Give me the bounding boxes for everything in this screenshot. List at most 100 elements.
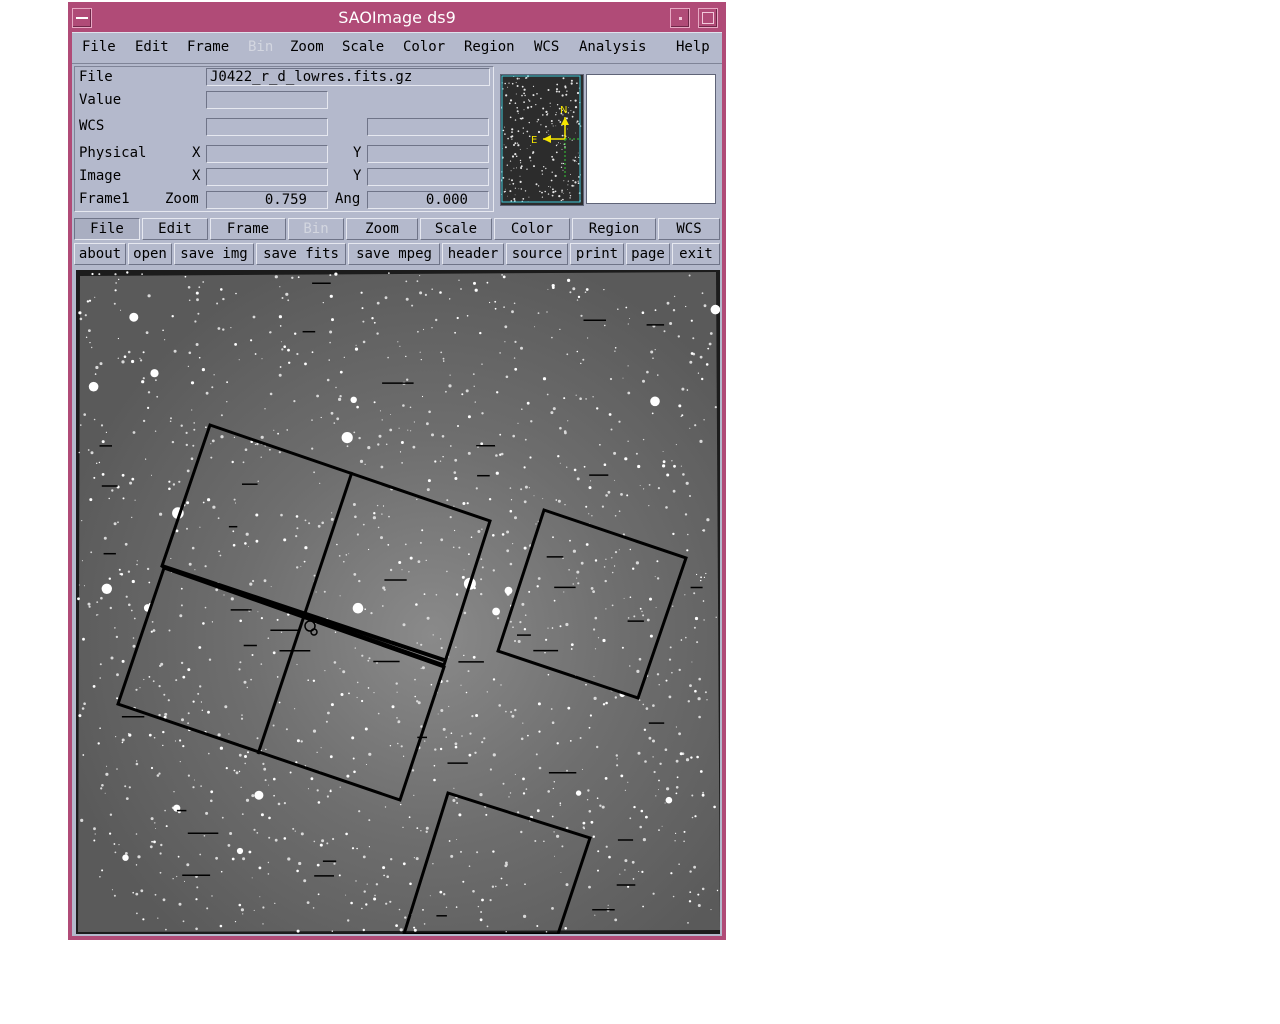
star <box>605 494 608 497</box>
star <box>413 794 415 797</box>
star <box>320 416 322 419</box>
menu-wcs[interactable]: WCS <box>534 39 559 55</box>
menu-color[interactable]: Color <box>403 39 445 55</box>
star <box>391 705 395 709</box>
star <box>86 300 90 303</box>
star <box>599 444 601 446</box>
panner-star <box>511 155 515 158</box>
star <box>408 816 411 819</box>
image-display[interactable] <box>76 270 720 934</box>
menu-file[interactable]: File <box>82 39 116 55</box>
btn-color[interactable]: Color <box>494 218 570 240</box>
star <box>153 629 156 632</box>
btn-open[interactable]: open <box>128 243 172 265</box>
star <box>627 365 629 367</box>
star <box>498 704 502 707</box>
btn-save-mpeg[interactable]: save mpeg <box>348 243 440 265</box>
star <box>325 720 328 723</box>
star <box>329 294 333 298</box>
star <box>207 710 210 714</box>
star <box>480 578 483 581</box>
star <box>440 709 444 712</box>
star <box>551 721 555 724</box>
wcs-field-1 <box>206 118 328 136</box>
star <box>356 847 358 850</box>
btn-page[interactable]: page <box>626 243 670 265</box>
star <box>545 931 548 933</box>
panner-star <box>506 164 508 166</box>
btn-zoom[interactable]: Zoom <box>346 218 418 240</box>
minimize-icon[interactable] <box>670 8 690 28</box>
btn-edit[interactable]: Edit <box>142 218 208 240</box>
star <box>188 299 191 302</box>
star <box>700 579 702 582</box>
btn-header[interactable]: header <box>442 243 504 265</box>
panner-star <box>519 117 521 119</box>
star <box>460 850 462 853</box>
menu-scale[interactable]: Scale <box>342 39 384 55</box>
btn-region[interactable]: Region <box>572 218 656 240</box>
star <box>599 804 602 807</box>
star <box>544 652 546 654</box>
star <box>635 561 640 565</box>
btn-file[interactable]: File <box>74 218 140 240</box>
btn-scale[interactable]: Scale <box>420 218 492 240</box>
star <box>132 431 136 434</box>
btn-save-img[interactable]: save img <box>174 243 254 265</box>
star <box>372 516 376 520</box>
star <box>289 771 292 774</box>
star <box>367 687 370 689</box>
title-bar[interactable]: SAOImage ds9 <box>68 2 726 32</box>
star <box>238 753 242 757</box>
btn-source[interactable]: source <box>506 243 568 265</box>
star <box>135 892 139 896</box>
star <box>93 839 96 842</box>
menu-frame[interactable]: Frame <box>187 39 229 55</box>
panner-star <box>509 160 512 162</box>
star <box>594 914 596 916</box>
btn-print[interactable]: print <box>570 243 624 265</box>
panner[interactable]: N E <box>500 74 584 206</box>
star <box>514 516 517 520</box>
menu-help[interactable]: Help <box>676 39 710 55</box>
menu-edit[interactable]: Edit <box>135 39 169 55</box>
menu-zoom[interactable]: Zoom <box>290 39 324 55</box>
star <box>361 307 364 310</box>
menu-analysis[interactable]: Analysis <box>579 39 646 55</box>
star <box>588 513 590 515</box>
star <box>108 577 111 580</box>
star <box>362 340 366 344</box>
star <box>561 845 564 848</box>
star <box>489 301 491 304</box>
star <box>559 804 561 806</box>
star <box>565 622 569 627</box>
menu-region[interactable]: Region <box>464 39 515 55</box>
star <box>479 331 482 335</box>
btn-wcs[interactable]: WCS <box>658 218 720 240</box>
star <box>100 424 104 427</box>
panner-star <box>516 107 518 109</box>
image-x-field <box>206 168 328 186</box>
star <box>106 765 108 767</box>
star <box>199 526 201 528</box>
star <box>594 648 597 650</box>
star <box>137 855 141 859</box>
star <box>596 407 599 410</box>
panner-star <box>555 151 558 154</box>
star <box>329 341 331 344</box>
star <box>700 576 702 579</box>
star <box>364 463 366 465</box>
star <box>611 571 614 574</box>
star <box>99 727 101 729</box>
star <box>319 843 323 847</box>
star <box>198 646 202 649</box>
btn-exit[interactable]: exit <box>672 243 720 265</box>
panner-star <box>530 106 533 108</box>
panner-star <box>560 143 561 144</box>
btn-about[interactable]: about <box>74 243 126 265</box>
btn-frame[interactable]: Frame <box>210 218 286 240</box>
star <box>645 815 648 819</box>
star <box>185 443 188 447</box>
maximize-icon[interactable] <box>698 8 718 28</box>
btn-save-fits[interactable]: save fits <box>256 243 346 265</box>
